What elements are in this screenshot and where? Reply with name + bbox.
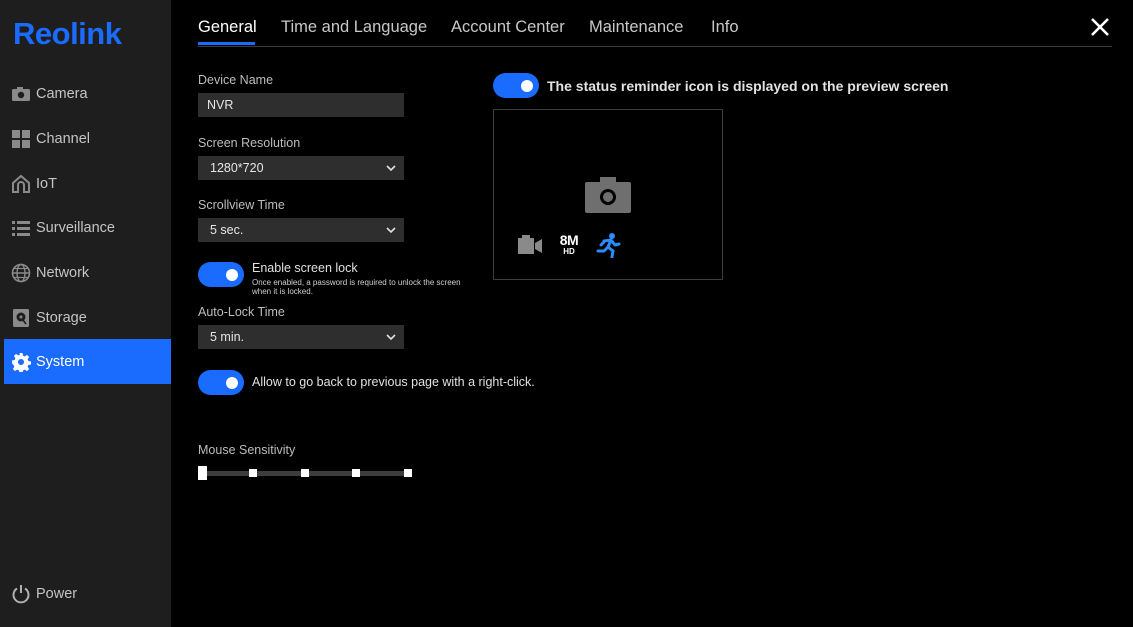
tab-account-center[interactable]: Account Center [451,18,565,37]
right-click-back-label: Allow to go back to previous page with a… [252,375,535,389]
scrollview-time-value: 5 sec. [210,223,244,237]
device-name-label: Device Name [198,73,274,87]
globe-icon [11,263,31,283]
device-name-input[interactable]: NVR [198,93,404,117]
8m-label: 8M [559,232,579,248]
scrollview-time-select[interactable]: 5 sec. [198,218,404,242]
home-icon [11,174,31,194]
toggle-knob [226,268,238,281]
camera-icon [585,177,631,213]
status-reminder-label: The status reminder icon is displayed on… [547,78,949,94]
8m-hd-icon: 8M HD [557,233,581,256]
storage-icon [11,308,31,328]
sidebar-item-iot[interactable]: IoT [4,161,171,206]
preview-screen: 8M HD [493,109,723,280]
slider-step[interactable] [249,469,257,477]
toggle-knob [226,376,238,389]
screen-lock-note: Once enabled, a password is required to … [252,278,461,296]
sidebar-item-storage[interactable]: Storage [4,295,171,340]
close-icon [1091,18,1109,36]
list-icon [11,218,31,238]
chevron-down-icon [386,165,396,172]
sidebar-item-label: Storage [36,309,87,326]
reolink-logo: Reolink [13,16,122,51]
close-button[interactable] [1089,16,1111,38]
sidebar-item-label: Network [36,264,90,281]
screen-resolution-value: 1280*720 [210,161,264,175]
screen-lock-label: Enable screen lock [252,261,358,275]
sidebar-item-system[interactable]: System [4,339,171,384]
right-click-back-toggle[interactable] [198,370,244,395]
sidebar-item-label: System [36,353,85,370]
sidebar-item-label: Surveillance [36,219,115,236]
sidebar-item-label: IoT [36,175,57,192]
sidebar-item-network[interactable]: Network [4,250,171,295]
chevron-down-icon [386,227,396,234]
sidebar-item-camera[interactable]: Camera [4,71,171,116]
motion-person-icon [596,233,621,258]
active-tab-indicator [198,42,255,45]
power-label: Power [36,586,78,602]
grid-icon [11,129,31,149]
sidebar-item-surveillance[interactable]: Surveillance [4,205,171,250]
slider-step[interactable] [404,469,412,477]
sidebar-item-label: Channel [36,130,91,147]
sidebar-item-label: Camera [36,85,88,102]
tab-general[interactable]: General [198,18,257,37]
sidebar-item-channel[interactable]: Channel [4,116,171,161]
power-icon [11,584,31,604]
slider-step[interactable] [352,469,360,477]
slider-handle[interactable] [198,466,207,480]
chevron-down-icon [386,334,396,341]
power-button[interactable]: Power [11,584,77,604]
mouse-sensitivity-label: Mouse Sensitivity [198,443,296,457]
screen-resolution-label: Screen Resolution [198,136,301,150]
toggle-knob [521,79,533,92]
auto-lock-time-select[interactable]: 5 min. [198,325,404,349]
screen-resolution-select[interactable]: 1280*720 [198,156,404,180]
tab-time-and-language[interactable]: Time and Language [281,18,427,37]
screen-lock-toggle[interactable] [198,262,244,287]
camera-icon [11,84,31,104]
slider-step[interactable] [301,469,309,477]
video-record-icon [518,235,542,254]
settings-tabs: General Time and Language Account Center… [198,0,1112,47]
status-reminder-toggle[interactable] [493,73,539,98]
auto-lock-time-label: Auto-Lock Time [198,305,285,319]
gear-icon [11,352,31,372]
tab-maintenance[interactable]: Maintenance [589,18,683,37]
auto-lock-time-value: 5 min. [210,330,245,344]
scrollview-time-label: Scrollview Time [198,198,285,212]
sidebar: Reolink Camera Channel IoT Surveillance … [0,0,171,627]
hd-label: HD [563,247,575,256]
tab-info[interactable]: Info [711,18,739,37]
